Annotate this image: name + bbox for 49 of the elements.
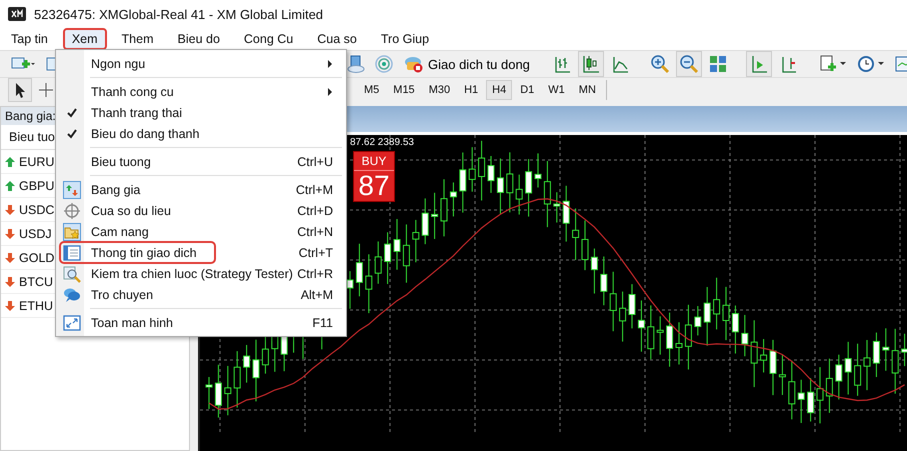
- timeframe-button[interactable]: W1: [542, 80, 571, 100]
- menu-bar-item[interactable]: Cua so: [308, 28, 366, 50]
- candlestick-chart-icon[interactable]: [578, 51, 604, 77]
- timeframe-button[interactable]: MN: [572, 80, 602, 100]
- menu-item[interactable]: Bieu tuong Ctrl+U: [59, 152, 343, 171]
- symbol-cell: GOLD: [19, 250, 54, 264]
- menu-item[interactable]: Cam nang Ctrl+N: [59, 222, 343, 241]
- menu-item[interactable]: Kiem tra chien luoc (Strategy Tester) Ctrl+R: [59, 264, 343, 283]
- menu-bar-item[interactable]: Them: [112, 28, 162, 50]
- timeframe-button[interactable]: H4: [486, 80, 512, 100]
- menu-item[interactable]: Thong tin giao dich Ctrl+T: [59, 243, 343, 262]
- price-info: 87.62 2389.53: [350, 137, 414, 148]
- cursor-icon[interactable]: [8, 78, 32, 102]
- menu-item[interactable]: Thanh cong cu: [59, 82, 343, 101]
- timeframe-button[interactable]: H1: [458, 80, 484, 100]
- symbol-cell: GBPU: [19, 178, 54, 192]
- menu-item[interactable]: Ngon ngu: [59, 54, 343, 73]
- symbol-cell: USDC: [19, 202, 54, 216]
- menu-bar-item[interactable]: Bieu do: [168, 28, 229, 50]
- timeframe-button[interactable]: M5: [358, 80, 386, 100]
- magnifier-icon: [63, 264, 81, 282]
- robot-stop-icon: [404, 55, 424, 73]
- menu-bar-item[interactable]: Tro Giup: [372, 28, 438, 50]
- menu-item[interactable]: Bieu do dang thanh: [59, 124, 343, 143]
- chat-bubbles-icon: [63, 286, 81, 304]
- timeframe-button[interactable]: D1: [514, 80, 540, 100]
- symbol-cell: USDJ: [19, 226, 52, 240]
- auto-trading-button[interactable]: Giao dich tu dong: [400, 55, 534, 73]
- menu-item[interactable]: Toan man hinh F11: [59, 313, 343, 332]
- autoscroll-icon[interactable]: [746, 51, 772, 77]
- symbol-cell: EURU: [19, 154, 54, 168]
- menu-item[interactable]: Tro chuyen Alt+M: [59, 285, 343, 304]
- zoom-out-icon[interactable]: [676, 51, 702, 77]
- buy-button[interactable]: BUY 87: [353, 151, 395, 202]
- window-title: 52326475: XMGlobal-Real 41 - XM Global Limited: [34, 6, 324, 22]
- crosshair-icon: [63, 202, 81, 220]
- timeframe-button[interactable]: M30: [422, 80, 456, 100]
- list-window-icon: [63, 244, 81, 262]
- fullscreen-icon: [63, 314, 81, 332]
- symbol-cell: ETHU: [19, 298, 54, 312]
- menu-item[interactable]: Bang gia Ctrl+M: [59, 180, 343, 199]
- menu-bar-item[interactable]: Tap tin: [2, 28, 57, 50]
- menu-item[interactable]: Cua so du lieu Ctrl+D: [59, 201, 343, 220]
- app-logo-icon: [8, 7, 26, 21]
- timeframe-button[interactable]: M15: [387, 80, 421, 100]
- symbol-cell: BTCU: [19, 274, 54, 288]
- arrows-window-icon: [63, 180, 81, 198]
- menu-bar-item[interactable]: Xem: [62, 28, 107, 50]
- menu-bar-item[interactable]: Cong Cu: [234, 28, 302, 50]
